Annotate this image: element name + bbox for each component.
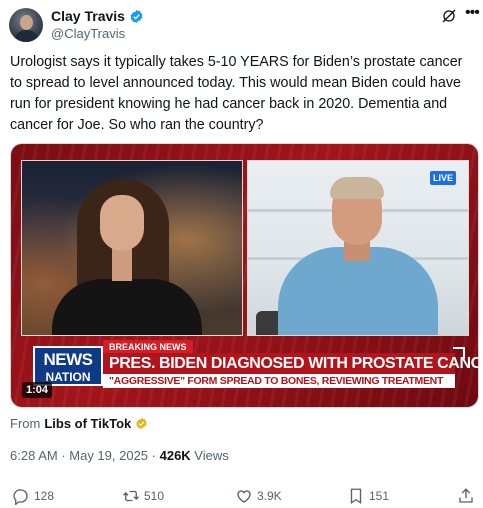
- reply-icon: [13, 489, 28, 505]
- like-icon: [237, 490, 251, 503]
- avatar[interactable]: [9, 8, 43, 42]
- tweet-date[interactable]: May 19, 2025: [69, 448, 148, 463]
- logo-news-text: NEWS: [43, 350, 94, 369]
- like-count: 3.9K: [257, 489, 282, 503]
- chyron-corner-mark: [453, 347, 465, 359]
- breaking-news-label: BREAKING NEWS: [103, 340, 193, 354]
- like-button[interactable]: 3.9K: [235, 487, 282, 505]
- meta-separator: ·: [148, 448, 160, 463]
- repost-icon: [123, 490, 139, 502]
- views-count: 426K: [159, 448, 191, 463]
- author-handle[interactable]: @ClayTravis: [51, 26, 125, 41]
- chyron-headline: PRES. BIDEN DIAGNOSED WITH PROSTATE CANC…: [103, 353, 478, 375]
- gold-verified-badge-icon: [136, 417, 147, 430]
- tweet-card: Clay Travis @ClayTravis ••• Urologist sa…: [0, 0, 483, 508]
- source-name-link[interactable]: Libs of TikTok: [44, 416, 131, 431]
- tweet-time[interactable]: 6:28 AM: [10, 448, 58, 463]
- views-label: Views: [190, 448, 229, 463]
- share-button[interactable]: [457, 487, 475, 505]
- action-bar: 128 510 3.9K 151: [10, 487, 478, 507]
- tweet-text: Urologist says it typically takes 5-10 Y…: [10, 54, 463, 133]
- reply-button[interactable]: 128: [12, 487, 54, 505]
- bookmark-icon: [350, 488, 362, 505]
- guest-video-panel: LIVE: [247, 160, 469, 336]
- anchor-video-panel: [21, 160, 243, 336]
- more-icon[interactable]: •••: [465, 5, 480, 23]
- bookmark-button[interactable]: 151: [347, 487, 389, 505]
- verified-badge-icon: [130, 9, 143, 23]
- live-badge: LIVE: [429, 171, 456, 185]
- meta-separator: ·: [57, 448, 70, 463]
- reply-count: 128: [34, 489, 55, 503]
- from-label: From: [10, 416, 41, 431]
- repost-button[interactable]: 510: [122, 487, 164, 505]
- video-player[interactable]: LIVE NEWS NATION BREAKING NEWS PRES. BID…: [10, 143, 479, 408]
- video-duration: 1:04: [22, 382, 53, 398]
- source-attribution: From Libs of TikTok: [10, 416, 148, 431]
- author-display-name[interactable]: Clay Travis: [51, 8, 125, 24]
- chyron-subline: "AGGRESSIVE" FORM SPREAD TO BONES, REVIE…: [103, 374, 455, 388]
- newsnation-logo: NEWS NATION: [33, 346, 103, 386]
- repost-count: 510: [144, 489, 165, 503]
- grok-icon[interactable]: [441, 8, 457, 24]
- author-name-row: Clay Travis: [51, 8, 144, 24]
- bookmark-count: 151: [369, 489, 390, 503]
- tweet-meta: 6:28 AM · May 19, 2025 · 426K Views: [10, 448, 229, 463]
- share-icon: [459, 488, 473, 503]
